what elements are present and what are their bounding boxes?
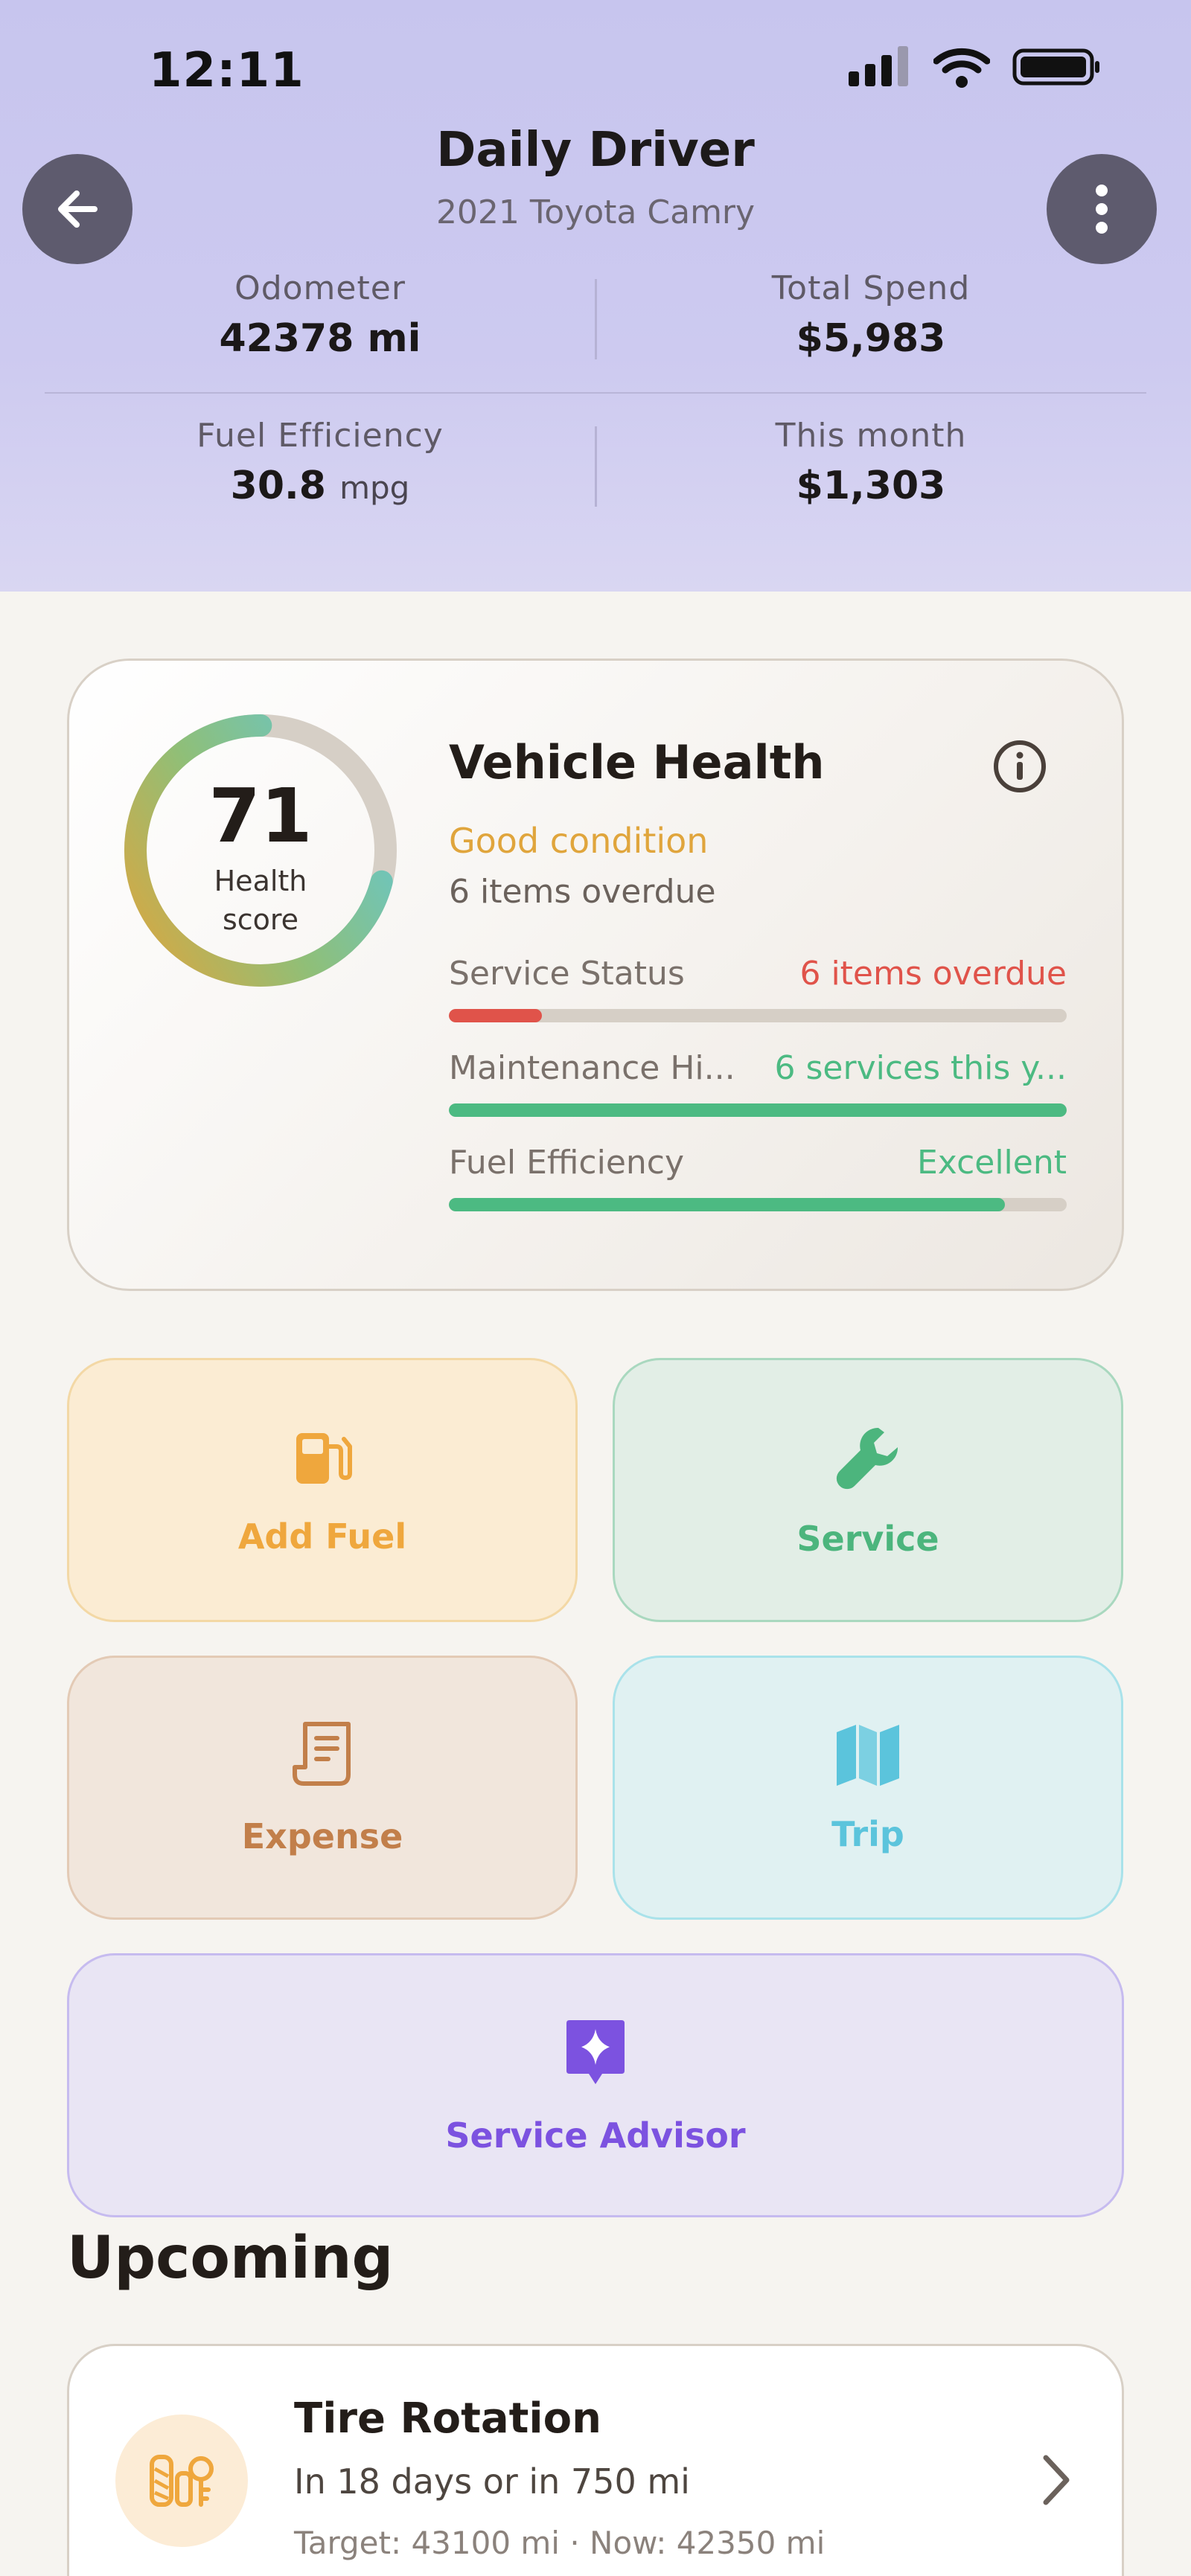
metric-label: Service Status <box>449 955 685 993</box>
tire-rotation-icon <box>150 2455 214 2507</box>
metric-value: 6 items overdue <box>799 955 1067 993</box>
upcoming-section-title: Upcoming <box>67 2225 394 2292</box>
metric-value: Excellent <box>917 1144 1067 1182</box>
fuel-efficiency-unit: mpg <box>339 470 410 506</box>
metric-label: Maintenance Hi... <box>449 1049 735 1087</box>
upcoming-item-due: In 18 days or in 750 mi <box>294 2461 690 2502</box>
stat-label: Total Spend <box>771 269 971 307</box>
health-title: Vehicle Health <box>449 735 825 789</box>
cellular-signal-icon <box>849 46 908 86</box>
progress-fill <box>449 1198 1005 1211</box>
health-overdue-summary: 6 items overdue <box>449 873 716 911</box>
wifi-icon <box>933 48 990 88</box>
vehicle-health-card[interactable]: 71 Health score Vehicle Health Good cond… <box>67 659 1124 1291</box>
status-icons <box>849 46 1102 88</box>
action-label: Expense <box>241 1816 403 1856</box>
progress-fill <box>449 1103 1067 1117</box>
caption-line: Health <box>214 865 307 897</box>
progress-track <box>449 1103 1067 1117</box>
tire-rotation-icon-badge <box>115 2415 248 2547</box>
status-time: 12:11 <box>149 43 304 98</box>
health-score-caption: Health score <box>123 862 398 939</box>
upcoming-item-title: Tire Rotation <box>294 2394 601 2443</box>
metric-label: Fuel Efficiency <box>449 1144 685 1182</box>
stats-divider <box>45 392 1146 394</box>
stat-value: $5,983 <box>796 316 946 361</box>
fuel-pump-icon <box>296 1432 352 1484</box>
stat-divider <box>595 426 597 507</box>
progress-track <box>449 1198 1067 1211</box>
vehicle-subtitle: 2021 Toyota Camry <box>435 193 756 231</box>
receipt-icon <box>293 1721 351 1786</box>
upcoming-item-detail: Target: 43100 mi · Now: 42350 mi <box>294 2525 826 2561</box>
health-status: Good condition <box>449 821 709 861</box>
stat-value: $1,303 <box>796 464 946 508</box>
metric-service-status: Service Status 6 items overdue <box>449 955 1067 1022</box>
progress-fill <box>449 1009 542 1022</box>
action-label: Trip <box>831 1813 904 1854</box>
chevron-right-icon <box>1043 2455 1070 2505</box>
upcoming-item-tire-rotation[interactable]: Tire Rotation In 18 days or in 750 mi Ta… <box>67 2344 1124 2576</box>
progress-track <box>449 1009 1067 1022</box>
sparkle-chat-icon <box>566 2019 625 2084</box>
stat-label: This month <box>775 417 967 455</box>
stat-label: Fuel Efficiency <box>197 417 444 455</box>
metric-maintenance-history: Maintenance Hi... 6 services this y... <box>449 1049 1067 1117</box>
stat-value: 30.8 mpg <box>82 464 558 508</box>
caption-line: score <box>222 903 299 936</box>
metric-fuel-efficiency: Fuel Efficiency Excellent <box>449 1144 1067 1211</box>
health-score-value: 71 <box>208 772 313 859</box>
battery-icon <box>1012 48 1099 86</box>
stat-this-month: This month $1,303 <box>633 417 1109 508</box>
add-fuel-button[interactable]: Add Fuel <box>67 1358 578 1622</box>
info-icon[interactable] <box>992 739 1047 794</box>
vehicle-title: Daily Driver <box>436 123 755 178</box>
service-button[interactable]: Service <box>613 1358 1123 1622</box>
trip-button[interactable]: Trip <box>613 1656 1123 1920</box>
stat-fuel-efficiency: Fuel Efficiency 30.8 mpg <box>82 417 558 508</box>
metric-value: 6 services this y... <box>774 1049 1067 1087</box>
expense-button[interactable]: Expense <box>67 1656 578 1920</box>
wrench-icon <box>836 1427 898 1489</box>
vehicle-header: 12:11 Daily Driver 2021 Toyota Camry Odo… <box>0 0 1191 592</box>
fuel-efficiency-value: 30.8 <box>230 464 326 508</box>
service-advisor-button[interactable]: Service Advisor <box>67 1953 1124 2217</box>
stat-value: 42378 mi <box>219 316 421 361</box>
stat-divider <box>595 279 597 359</box>
action-label: Add Fuel <box>237 1516 407 1557</box>
stat-odometer: Odometer 42378 mi <box>82 269 558 361</box>
action-label: Service <box>796 1518 939 1559</box>
map-icon <box>837 1724 899 1786</box>
stat-total-spend: Total Spend $5,983 <box>633 269 1109 361</box>
action-label: Service Advisor <box>445 2115 746 2156</box>
stat-label: Odometer <box>234 269 406 307</box>
